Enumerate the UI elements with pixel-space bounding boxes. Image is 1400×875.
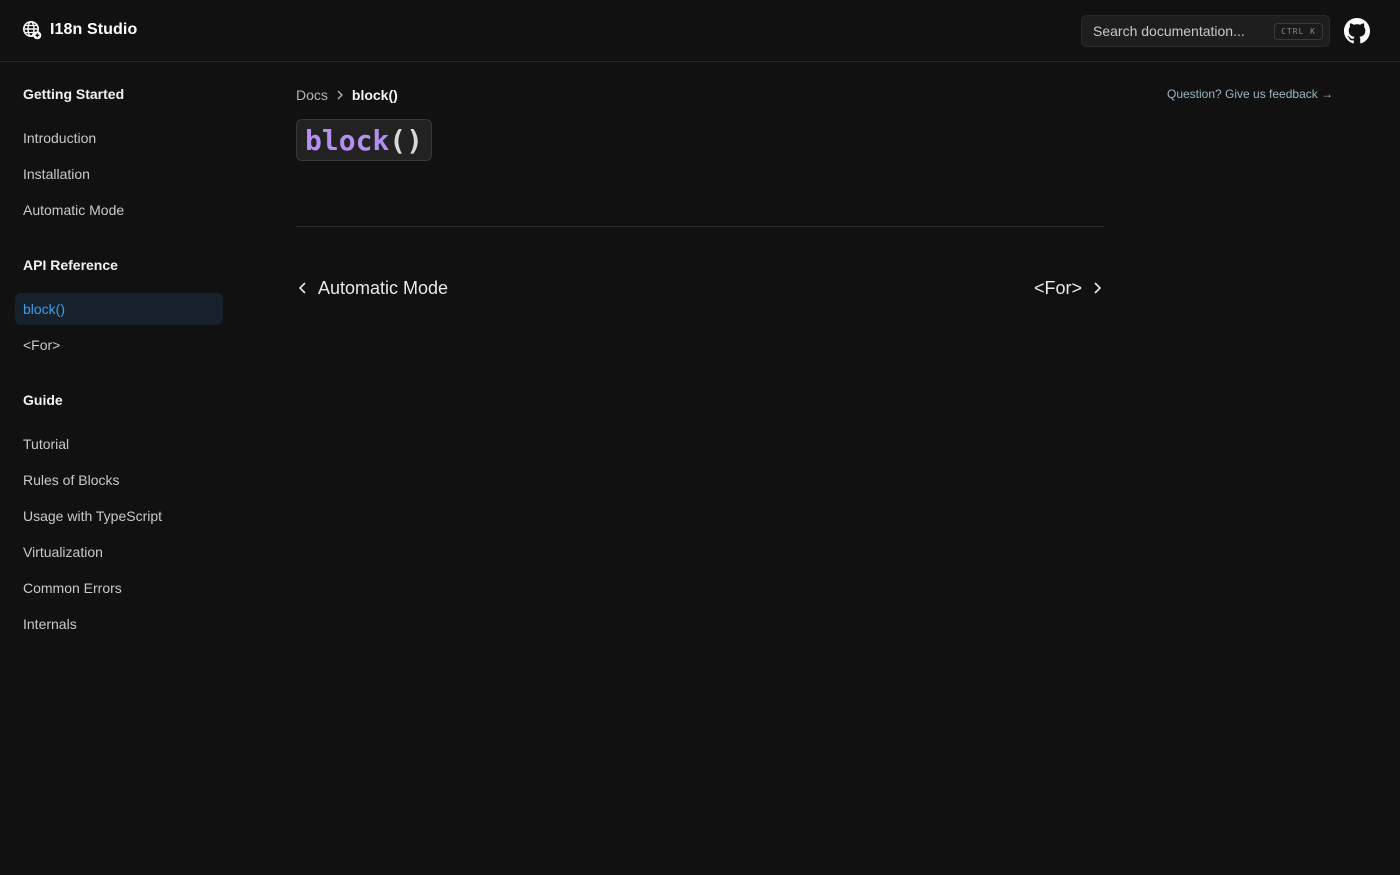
sidebar-item-for[interactable]: <For> <box>15 329 223 361</box>
search-bar[interactable]: CTRL K <box>1081 15 1330 47</box>
sidebar-item-common-errors[interactable]: Common Errors <box>15 572 223 604</box>
brand[interactable]: I18n Studio <box>22 20 137 40</box>
chevron-right-icon <box>1094 282 1102 294</box>
content-divider <box>296 226 1104 227</box>
sidebar: Getting Started Introduction Installatio… <box>0 62 240 875</box>
breadcrumb: Docs block() <box>296 86 398 104</box>
sidebar-item-automatic-mode[interactable]: Automatic Mode <box>15 194 223 226</box>
top-header: I18n Studio CTRL K <box>0 0 1400 62</box>
section-title-getting-started: Getting Started <box>23 86 125 102</box>
brand-name: I18n Studio <box>50 21 138 38</box>
globe-icon <box>23 21 42 40</box>
sidebar-item-usage-with-typescript[interactable]: Usage with TypeScript <box>15 500 223 532</box>
chevron-right-icon <box>337 90 343 100</box>
prev-page-label: Automatic Mode <box>318 277 449 298</box>
breadcrumb-docs[interactable]: Docs <box>296 87 328 103</box>
sidebar-item-installation[interactable]: Installation <box>15 158 223 190</box>
sidebar-item-tutorial[interactable]: Tutorial <box>15 428 223 460</box>
sidebar-item-rules-of-blocks[interactable]: Rules of Blocks <box>15 464 223 496</box>
next-page-link[interactable]: <For> <box>1034 274 1104 302</box>
search-input[interactable] <box>1093 23 1275 39</box>
chevron-left-icon <box>298 282 306 294</box>
section-title-api-reference: API Reference <box>23 257 118 273</box>
sidebar-item-virtualization[interactable]: Virtualization <box>15 536 223 568</box>
page-title-parens: () <box>389 123 424 157</box>
sidebar-item-introduction[interactable]: Introduction <box>15 122 223 154</box>
sidebar-item-block[interactable]: block() <box>15 293 223 325</box>
github-icon[interactable] <box>1344 18 1370 44</box>
page-title-keyword: block <box>305 123 390 157</box>
prev-page-link[interactable]: Automatic Mode <box>296 274 448 302</box>
sidebar-item-internals[interactable]: Internals <box>15 608 223 640</box>
next-page-label: <For> <box>1033 277 1082 298</box>
shortcut-badge: CTRL K <box>1274 22 1323 40</box>
breadcrumb-current: block() <box>351 87 398 103</box>
page-title: block() <box>296 119 433 161</box>
feedback-link[interactable]: Question? Give us feedback → <box>1167 87 1333 101</box>
section-title-guide: Guide <box>23 392 63 408</box>
